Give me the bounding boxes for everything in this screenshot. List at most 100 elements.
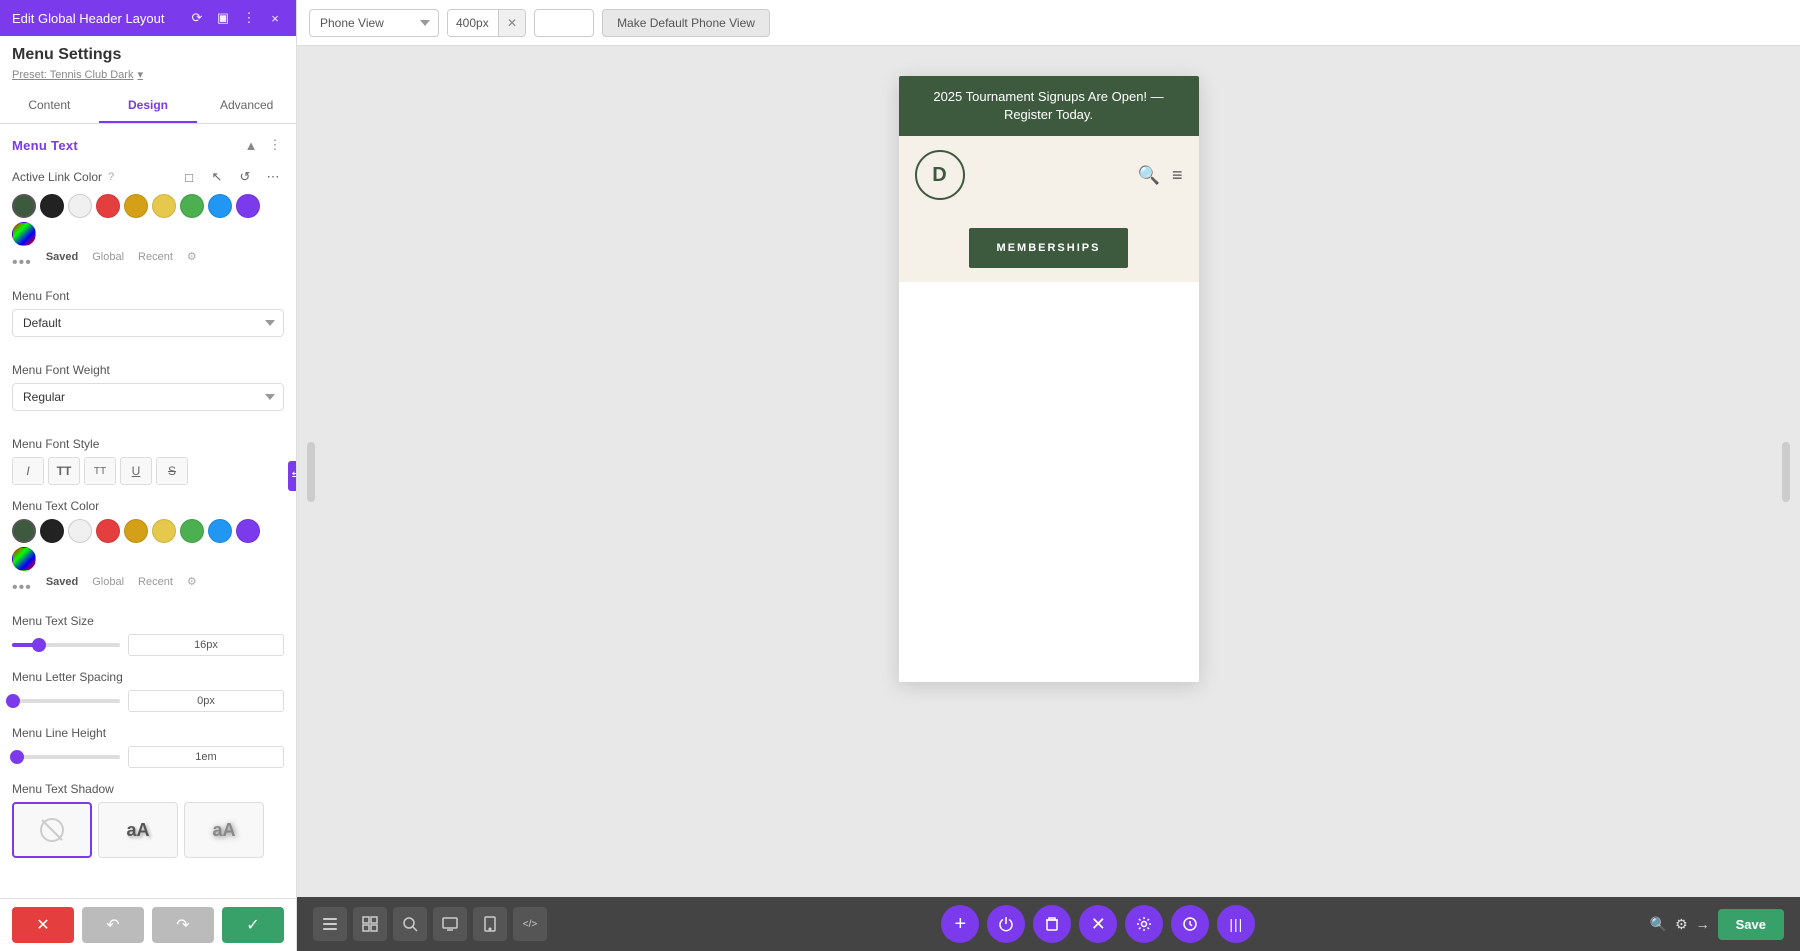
save-button[interactable]: Save <box>1718 909 1784 940</box>
color-swatch-red[interactable] <box>96 194 120 218</box>
menu-color-swatch-gold[interactable] <box>124 519 148 543</box>
color-swatch-purple[interactable] <box>236 194 260 218</box>
tablet-tool-button[interactable] <box>473 907 507 941</box>
cancel-button[interactable]: ✕ <box>12 907 74 943</box>
confirm-button[interactable]: ✓ <box>222 907 284 943</box>
menu-line-height-track[interactable] <box>12 755 120 759</box>
preset-label[interactable]: Preset: Tennis Club Dark <box>12 69 133 81</box>
trash-button[interactable] <box>1033 905 1071 943</box>
font-style-caps[interactable]: TT <box>84 457 116 485</box>
menu-text-size-thumb[interactable] <box>32 638 46 652</box>
color-tab2-saved[interactable]: Saved <box>46 576 78 588</box>
tab-advanced[interactable]: Advanced <box>197 89 296 123</box>
color-swatch-custom[interactable] <box>12 222 36 246</box>
color-tab-recent[interactable]: Recent <box>138 251 173 263</box>
redo-button[interactable]: ↷ <box>152 907 214 943</box>
color-swatch-gold[interactable] <box>124 194 148 218</box>
copy-color-icon[interactable]: □ <box>178 166 200 188</box>
font-style-underline[interactable]: U <box>120 457 152 485</box>
color-settings-gear-icon[interactable]: ⚙ <box>187 250 197 263</box>
make-default-view-button[interactable]: Make Default Phone View <box>602 9 770 37</box>
section-more-icon[interactable]: ⋮ <box>266 136 284 154</box>
help-icon[interactable]: ? <box>108 171 114 183</box>
menu-color-swatch-green[interactable] <box>180 519 204 543</box>
menu-line-height-input[interactable] <box>128 746 284 768</box>
sidebar-icon-sync[interactable]: ⟳ <box>188 9 206 27</box>
shadow-style-1[interactable]: aA <box>98 802 178 858</box>
px-extra-input[interactable] <box>534 9 594 37</box>
desktop-tool-button[interactable] <box>433 907 467 941</box>
close-center-button[interactable]: ✕ <box>1079 905 1117 943</box>
sidebar-icon-more[interactable]: ⋮ <box>240 9 258 27</box>
more-dots-2[interactable]: ••• <box>12 579 32 597</box>
hamburger-nav-icon[interactable]: ≡ <box>1172 165 1183 186</box>
menu-letter-spacing-input[interactable] <box>128 690 284 712</box>
shadow-style-2[interactable]: aA <box>184 802 264 858</box>
color-tab2-recent[interactable]: Recent <box>138 576 173 588</box>
color-swatch-black[interactable] <box>40 194 64 218</box>
resize-handle[interactable]: ⇆ <box>288 461 297 491</box>
color-swatch-white[interactable] <box>68 194 92 218</box>
gear-right-icon[interactable]: ⚙ <box>1675 916 1688 933</box>
font-style-strike[interactable]: S <box>156 457 188 485</box>
menu-color-swatch-red[interactable] <box>96 519 120 543</box>
search-nav-icon[interactable]: 🔍 <box>1138 165 1160 186</box>
menu-text-size-input[interactable] <box>128 634 284 656</box>
list-tool-button[interactable] <box>313 907 347 941</box>
px-clear-btn[interactable]: ✕ <box>498 10 525 36</box>
menu-letter-spacing-thumb[interactable] <box>6 694 20 708</box>
px-input[interactable] <box>448 10 498 36</box>
section-collapse-icon[interactable]: ▲ <box>242 136 260 154</box>
color-settings-gear-icon-2[interactable]: ⚙ <box>187 575 197 588</box>
history-button[interactable] <box>1171 905 1209 943</box>
menu-color-swatch-purple[interactable] <box>236 519 260 543</box>
grid-tool-button[interactable] <box>353 907 387 941</box>
menu-color-swatch-white[interactable] <box>68 519 92 543</box>
tab-design[interactable]: Design <box>99 89 198 123</box>
more-color-icon[interactable]: ⋯ <box>262 166 284 188</box>
power-button[interactable] <box>987 905 1025 943</box>
menu-color-swatch-black[interactable] <box>40 519 64 543</box>
columns-button[interactable]: ||| <box>1217 905 1255 943</box>
menu-letter-spacing-track[interactable] <box>12 699 120 703</box>
settings-button[interactable] <box>1125 905 1163 943</box>
font-style-italic[interactable]: I <box>12 457 44 485</box>
menu-font-select[interactable]: Default Arial Georgia <box>12 309 284 337</box>
color-swatch-blue[interactable] <box>208 194 232 218</box>
reset-color-icon[interactable]: ↺ <box>234 166 256 188</box>
color-tab2-global[interactable]: Global <box>92 576 124 588</box>
menu-color-swatch-blue[interactable] <box>208 519 232 543</box>
menu-line-height-thumb[interactable] <box>10 750 24 764</box>
view-select[interactable]: Phone View Desktop View Tablet View <box>309 9 439 37</box>
undo-button[interactable]: ↶ <box>82 907 144 943</box>
preset-arrow[interactable]: ▾ <box>137 68 143 81</box>
drag-handle-right[interactable] <box>1782 442 1790 502</box>
menu-color-swatch-yellow[interactable] <box>152 519 176 543</box>
color-swatch-darkgreen[interactable] <box>12 194 36 218</box>
font-style-bold[interactable]: TT <box>48 457 80 485</box>
shadow-none[interactable] <box>12 802 92 858</box>
code-tool-button[interactable]: </> <box>513 907 547 941</box>
drag-handle-left[interactable] <box>307 442 315 502</box>
active-link-color-label: Active Link Color ? □ ↖ ↺ ⋯ <box>12 166 284 188</box>
zoom-icon[interactable]: 🔍 <box>1650 916 1667 933</box>
memberships-button[interactable]: MEMBERSHIPS <box>969 228 1129 268</box>
sidebar-icon-layout[interactable]: ▣ <box>214 9 232 27</box>
menu-color-swatch-darkgreen[interactable] <box>12 519 36 543</box>
color-tab-saved[interactable]: Saved <box>46 251 78 263</box>
add-button[interactable]: + <box>941 905 979 943</box>
close-icon[interactable]: × <box>266 9 284 27</box>
cursor-icon[interactable]: ↖ <box>206 166 228 188</box>
menu-color-swatch-custom[interactable] <box>12 547 36 571</box>
code-icon: </> <box>523 919 537 930</box>
menu-text-size-track[interactable] <box>12 643 120 647</box>
more-dots[interactable]: ••• <box>12 254 32 272</box>
menu-font-weight-select[interactable]: Regular Bold Light <box>12 383 284 411</box>
color-tab-global[interactable]: Global <box>92 251 124 263</box>
color-swatch-yellow[interactable] <box>152 194 176 218</box>
color-swatch-green[interactable] <box>180 194 204 218</box>
search-tool-button[interactable] <box>393 907 427 941</box>
menu-line-height-slider-row <box>12 746 284 768</box>
arrow-right-icon[interactable]: → <box>1696 916 1710 932</box>
tab-content[interactable]: Content <box>0 89 99 123</box>
